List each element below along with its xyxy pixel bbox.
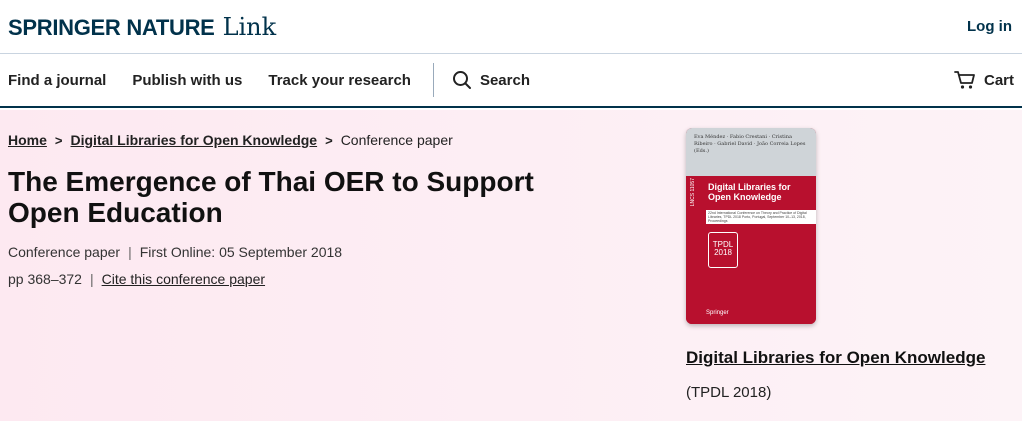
- meta-divider: |: [89, 271, 94, 287]
- cover-editors: Eva Méndez · Fabio Crestani · Cristina R…: [686, 128, 816, 176]
- cover-publisher: Springer: [706, 310, 729, 316]
- chevron-right-icon: >: [54, 132, 63, 148]
- brand-sub: Link: [222, 12, 277, 41]
- page-range: pp 368–372: [8, 271, 82, 287]
- article-meta-line-1: Conference paper | First Online: 05 Sept…: [8, 244, 342, 260]
- chevron-right-icon: >: [325, 132, 333, 148]
- search-button[interactable]: Search: [452, 70, 530, 90]
- cart-icon: [954, 71, 975, 89]
- cover-series: LNCS 11057: [690, 178, 696, 207]
- breadcrumb-book[interactable]: Digital Libraries for Open Knowledge: [71, 132, 318, 148]
- nav-find-journal[interactable]: Find a journal: [8, 72, 106, 89]
- cover-band: 22nd International Conference on Theory …: [706, 210, 816, 224]
- page-title: The Emergence of Thai OER to Support Ope…: [8, 166, 534, 228]
- book-title-link[interactable]: Digital Libraries for Open Knowledge: [686, 348, 985, 368]
- article-type: Conference paper: [8, 244, 121, 260]
- cover-title: Digital Libraries for Open Knowledge: [708, 182, 791, 202]
- tpdl-logo-icon: TPDL 2018: [708, 232, 738, 268]
- breadcrumb-home[interactable]: Home: [8, 132, 47, 148]
- cite-link[interactable]: Cite this conference paper: [102, 271, 265, 287]
- article-hero: Home > Digital Libraries for Open Knowle…: [0, 110, 1022, 421]
- brand-main: SPRINGER NATURE: [8, 14, 215, 40]
- main-nav: Find a journal Publish with us Track you…: [0, 54, 1022, 108]
- springer-nature-logo[interactable]: SPRINGER NATURE Link: [8, 13, 276, 41]
- cover-body: LNCS 11057 Digital Libraries for Open Kn…: [686, 176, 816, 324]
- article-meta-line-2: pp 368–372 | Cite this conference paper: [8, 271, 265, 287]
- nav-publish[interactable]: Publish with us: [132, 72, 242, 89]
- search-label: Search: [479, 71, 530, 89]
- login-link[interactable]: Log in: [967, 18, 1012, 35]
- search-icon: [452, 71, 471, 89]
- cart-label: Cart: [983, 71, 1014, 89]
- nav-track-research[interactable]: Track your research: [268, 72, 411, 89]
- book-subtitle: (TPDL 2018): [686, 384, 772, 401]
- top-bar: SPRINGER NATURE Link Log in: [0, 0, 1022, 54]
- breadcrumb-current: Conference paper: [340, 132, 453, 148]
- first-online-date: First Online: 05 September 2018: [139, 244, 343, 260]
- breadcrumb: Home > Digital Libraries for Open Knowle…: [8, 132, 453, 148]
- cart-button[interactable]: Cart: [954, 70, 1014, 90]
- nav-divider: [432, 63, 434, 97]
- meta-divider: |: [128, 244, 132, 260]
- book-cover[interactable]: Eva Méndez · Fabio Crestani · Cristina R…: [686, 128, 816, 324]
